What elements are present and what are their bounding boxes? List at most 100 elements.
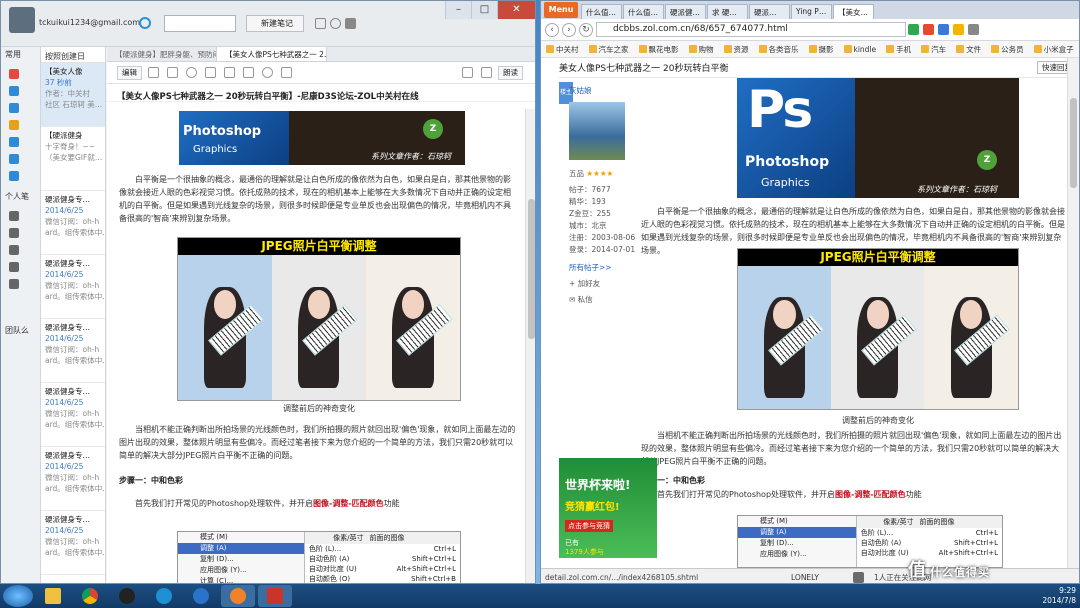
bookmark-item[interactable]: 飘花电影 xyxy=(634,44,684,55)
system-tray-clock[interactable]: 9:29 2014/7/8 xyxy=(1042,586,1076,606)
sync-icon[interactable] xyxy=(139,17,151,29)
new-note-button[interactable]: 新建笔记 xyxy=(246,15,304,32)
extension-icon-5[interactable] xyxy=(968,24,979,35)
expand-icon[interactable] xyxy=(481,67,492,78)
maximize-button[interactable]: □ xyxy=(471,1,497,19)
avatar[interactable] xyxy=(9,7,35,33)
search-nav-icon[interactable] xyxy=(9,137,19,147)
taskbar-chrome[interactable] xyxy=(73,585,107,607)
extension-icon[interactable] xyxy=(908,24,919,35)
trash-icon[interactable] xyxy=(281,67,292,78)
bookmark-item[interactable]: 小米盒子 xyxy=(1029,44,1079,55)
taskbar-app-k[interactable] xyxy=(184,585,218,607)
menu-item: 调整 (A) xyxy=(178,543,304,554)
edit-button[interactable]: 编辑 xyxy=(117,65,142,80)
bookmark-item[interactable]: 各类音乐 xyxy=(754,44,804,55)
close-button[interactable]: ✕ xyxy=(497,1,535,19)
browser-scrollbar[interactable] xyxy=(1067,58,1079,568)
taskbar-explorer[interactable] xyxy=(36,585,70,607)
list-item[interactable]: 硬派健身专… 2014/6/25 微信订阅：oh-h ard。组传索体中… xyxy=(41,319,105,383)
list-item[interactable]: 硬派健身专… 2014/6/25 微信订阅：oh-h ard。组传索体中… xyxy=(41,511,105,575)
search-nav-icon-3[interactable] xyxy=(9,171,19,181)
notebook-icon-2[interactable] xyxy=(9,228,19,238)
notebook-icon[interactable] xyxy=(9,211,19,221)
list-view-icon[interactable] xyxy=(462,67,473,78)
attach-icon[interactable] xyxy=(148,67,159,78)
list-item[interactable]: 硬派健身专… 2014/6/25 微信订阅：oh-h ard。组传索体中… xyxy=(41,383,105,447)
user-avatar[interactable] xyxy=(569,102,625,160)
note-scroll-thumb[interactable] xyxy=(528,199,535,339)
start-button[interactable] xyxy=(3,585,33,607)
share-icon[interactable] xyxy=(345,18,356,29)
all-posts-link[interactable]: 所有帖子>> xyxy=(569,262,639,274)
music-track[interactable]: LONELY xyxy=(791,570,851,584)
back-icon[interactable]: ‹ xyxy=(545,22,559,37)
bookmark-item[interactable]: 文件 xyxy=(951,44,986,55)
list-item[interactable]: 硬派健身专… 2014/6/25 微信订阅：oh-h ard。组传索体中… xyxy=(41,255,105,319)
bookmark-item[interactable]: 手机 xyxy=(881,44,916,55)
search-nav-icon-2[interactable] xyxy=(9,154,19,164)
taskbar-wps[interactable] xyxy=(258,585,292,607)
browser-scroll-thumb[interactable] xyxy=(1070,98,1077,188)
browser-tab[interactable]: 硬派健… xyxy=(665,4,706,19)
username[interactable]: 灰姑娘 xyxy=(569,85,639,97)
notebook-icon-4[interactable] xyxy=(9,262,19,272)
bookmark-item[interactable]: 购物 xyxy=(684,44,719,55)
bookmark-item[interactable]: kindle xyxy=(839,45,882,54)
list-item[interactable]: 硬派健身专… 2014/6/25 微信订阅：oh-h ard。组传索体中… xyxy=(41,191,105,255)
browser-tab-active[interactable]: 【美女… xyxy=(833,4,874,19)
info-icon[interactable] xyxy=(186,67,197,78)
bookmark-item[interactable]: 资源 xyxy=(719,44,754,55)
tab-fitness-note[interactable]: 【硬派健身】肥胖身躯、预防闷… xyxy=(107,47,217,61)
sync-nav-icon[interactable] xyxy=(9,103,19,113)
bookmark-item[interactable]: 摄影 xyxy=(804,44,839,55)
bookmark-item[interactable]: 汽车之家 xyxy=(584,44,634,55)
move-icon[interactable] xyxy=(330,18,341,29)
extension-icon-4[interactable] xyxy=(953,24,964,35)
list-item[interactable]: 【硬派健身 十字脊身！~~ （美女要GIF就… xyxy=(41,127,105,191)
notebook-icon-5[interactable] xyxy=(9,279,19,289)
list-item[interactable]: 【美女人像 37 秒前 作者：中关村 社区 石琼轲 美… xyxy=(41,63,105,127)
minimize-button[interactable]: – xyxy=(445,1,471,19)
taskbar-browser[interactable] xyxy=(221,585,255,607)
private-message-link[interactable]: ✉ 私信 xyxy=(569,294,639,306)
mail-icon[interactable] xyxy=(205,67,216,78)
note-scrollbar[interactable] xyxy=(525,109,535,583)
taskbar-ie[interactable] xyxy=(147,585,181,607)
forward-icon[interactable]: › xyxy=(562,22,576,37)
clip-icon[interactable] xyxy=(167,67,178,78)
browser-tab[interactable]: 硬派… xyxy=(749,4,790,19)
share-note-icon[interactable] xyxy=(224,67,235,78)
search-input[interactable] xyxy=(164,15,236,32)
taskbar-qq[interactable] xyxy=(110,585,144,607)
notebook-icon-3[interactable] xyxy=(9,245,19,255)
read-aloud-button[interactable]: 朗读 xyxy=(498,65,523,80)
ad-cta[interactable]: 点击参与竞猜 xyxy=(565,520,613,532)
history-icon[interactable] xyxy=(262,67,273,78)
extension-icon-3[interactable] xyxy=(938,24,949,35)
star-icon[interactable] xyxy=(9,86,19,96)
tab-portrait-note[interactable]: 【美女人像PS七种武器之一 2… xyxy=(217,47,327,61)
layout-icon[interactable] xyxy=(315,18,326,29)
browser-menu-button[interactable]: Menu xyxy=(544,2,578,18)
browser-tab[interactable]: 求 硬… xyxy=(707,4,748,19)
reload-icon[interactable]: ↻ xyxy=(579,22,593,37)
music-player-icon[interactable] xyxy=(853,571,864,583)
address-bar[interactable]: dcbbs.zol.com.cn/68/657_674077.html xyxy=(596,22,906,37)
note-title[interactable]: 【美女人像PS七种武器之一 20秒玩转白平衡】-尼康D3S论坛-ZOL中关村在线 xyxy=(107,84,535,102)
extension-icon-2[interactable] xyxy=(923,24,934,35)
tag-icon[interactable] xyxy=(9,120,19,130)
bookmark-item[interactable]: 汽车 xyxy=(916,44,951,55)
browser-tab[interactable]: 什么值… xyxy=(623,4,664,19)
account-email[interactable]: tckuikui1234@gmail.com xyxy=(39,18,140,27)
list-item[interactable]: 硬派健身专… 2014/6/25 微信订阅：oh-h ard。组传索体中… xyxy=(41,447,105,511)
bookmark-item[interactable]: 公务员 xyxy=(986,44,1029,55)
add-friend-link[interactable]: + 加好友 xyxy=(569,278,639,290)
browser-tab[interactable]: Ying P… xyxy=(791,4,832,19)
worldcup-ad[interactable]: 世界杯来啦! 竞猜赢红包! 点击参与竞猜 已有 1379人参与 xyxy=(559,458,657,558)
link-icon[interactable] xyxy=(243,67,254,78)
list-sort-header[interactable]: 按照创建日 xyxy=(41,47,105,63)
recent-icon[interactable] xyxy=(9,69,19,79)
bookmark-item[interactable]: 中关村 xyxy=(541,44,584,55)
browser-tab[interactable]: 什么值… xyxy=(581,4,622,19)
